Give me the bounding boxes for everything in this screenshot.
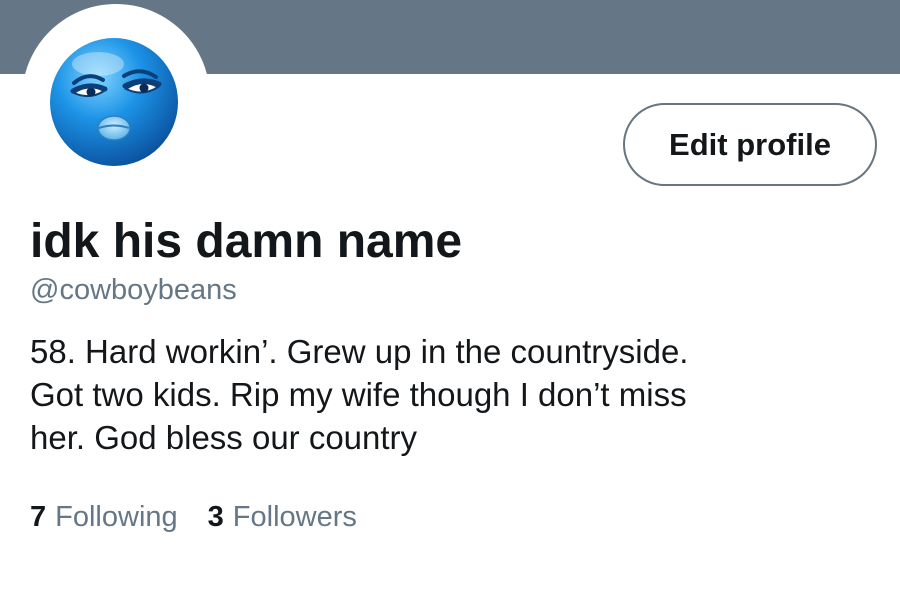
profile-bio: 58. Hard workin’. Grew up in the country… (30, 330, 870, 459)
bio-line: Got two kids. Rip my wife though I don’t… (30, 376, 687, 413)
bio-line: 58. Hard workin’. Grew up in the country… (30, 333, 689, 370)
username-handle: @cowboybeans (30, 274, 237, 306)
edit-profile-button[interactable]: Edit profile (623, 103, 877, 186)
avatar[interactable] (48, 36, 180, 168)
bio-line: her. God bless our country (30, 419, 418, 456)
profile-stats: 7 Following 3 Followers (30, 497, 357, 537)
followers-label: Followers (232, 501, 357, 533)
blue-smirk-emoji-icon (50, 38, 178, 166)
followers-count: 3 (207, 501, 224, 533)
following-link[interactable]: 7 Following (30, 497, 178, 537)
profile-page: Edit profile idk his damn name @cowboybe… (0, 0, 900, 602)
following-count: 7 (30, 501, 47, 533)
following-label: Following (55, 501, 178, 533)
followers-link[interactable]: 3 Followers (208, 497, 357, 537)
display-name: idk his damn name (30, 215, 463, 268)
